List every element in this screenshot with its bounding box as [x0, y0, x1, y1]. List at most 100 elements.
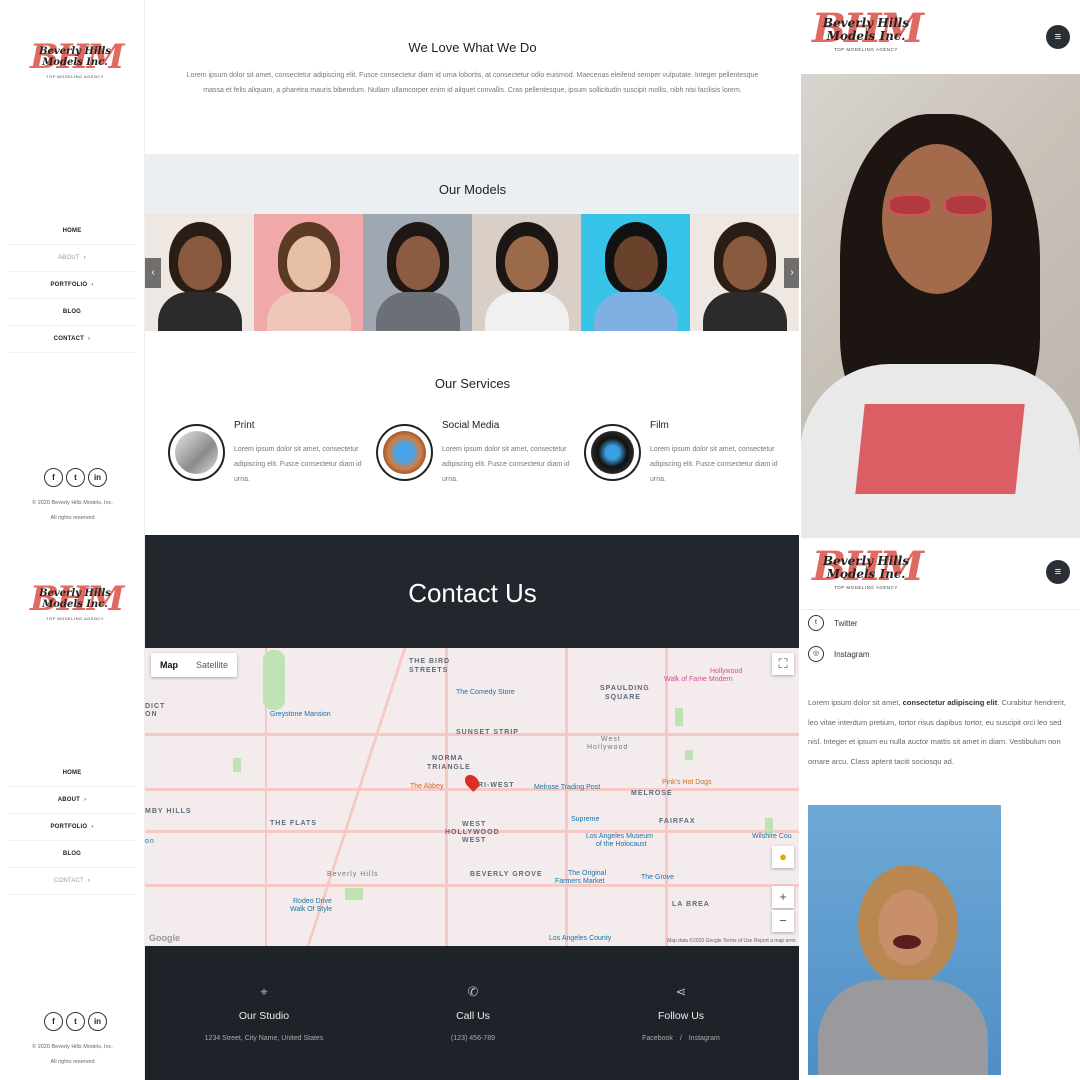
map-poi[interactable]: Los Angeles County	[549, 935, 611, 942]
carousel-next-button[interactable]: ›	[784, 258, 800, 288]
satellite-tab[interactable]: Satellite	[187, 653, 237, 677]
nav-item-contact[interactable]: CONTACT ›	[8, 868, 136, 895]
body-text: Lorem ipsum dolor sit amet, consectetur …	[808, 698, 1067, 766]
service-film: Film Lorem ipsum dolor sit amet, consect…	[584, 420, 784, 490]
menu-icon[interactable]: ≡	[1046, 560, 1070, 584]
map-label: DICT	[145, 703, 166, 710]
footer-call: ✆ Call Us (123) 456-789	[373, 946, 573, 1042]
map-poi[interactable]: The Abbey	[410, 783, 443, 790]
map-label: West	[601, 736, 621, 743]
instagram-link[interactable]: ◎ Instagram	[808, 646, 870, 662]
map-poi[interactable]: Farmers Market	[555, 878, 604, 885]
twitter-icon[interactable]: t	[66, 468, 85, 487]
map-poi[interactable]: Walk of Fame Modern	[664, 676, 733, 683]
logo[interactable]: BHM Beverly Hills Models Inc. TOP MODELIN…	[812, 547, 924, 591]
phone-icon	[376, 424, 433, 481]
model-photo[interactable]	[254, 214, 363, 331]
sidebar-nav: HOME ABOUT › PORTFOLIO › BLOG CONTACT ›	[8, 218, 136, 353]
logo[interactable]: BHM Beverly Hills Models Inc. TOP MODELIN…	[812, 9, 924, 53]
fullscreen-icon[interactable]: ⛶	[772, 653, 794, 675]
service-print: Print Lorem ipsum dolor sit amet, consec…	[168, 420, 368, 490]
nav-item-contact[interactable]: CONTACT ›	[8, 326, 136, 353]
map-credit[interactable]: Map data ©2020 Google Terms of Use Repor…	[667, 938, 796, 944]
model-photo[interactable]	[690, 214, 799, 331]
twitter-link[interactable]: t Twitter	[808, 615, 858, 631]
map-poi[interactable]: Supreme	[571, 816, 599, 823]
linkedin-icon[interactable]: in	[88, 468, 107, 487]
map-poi[interactable]: Melrose Trading Post	[534, 784, 600, 791]
map-tab[interactable]: Map	[151, 653, 187, 677]
nav-item-about[interactable]: ABOUT ›	[8, 245, 136, 272]
map-poi[interactable]: Los Angeles Museum	[586, 833, 653, 840]
menu-icon[interactable]: ≡	[1046, 25, 1070, 49]
map-label: TRIANGLE	[427, 764, 471, 771]
map-label: RI-WEST	[478, 782, 515, 789]
desktop-home-view: BHM Beverly Hills Models Inc. TOP MODELIN…	[0, 0, 800, 535]
map-label: ON	[145, 711, 158, 718]
map-poi[interactable]: Greystone Mansion	[270, 711, 331, 718]
map-type-toggle: Map Satellite	[151, 653, 238, 677]
linkedin-icon[interactable]: in	[88, 1012, 107, 1031]
model-photo[interactable]	[145, 214, 254, 331]
zoom-in-button[interactable]: +	[772, 886, 794, 908]
google-logo: Google	[149, 933, 180, 943]
map-poi[interactable]: The Comedy Store	[456, 689, 515, 696]
logo[interactable]: BHM Beverly Hills Models Inc. TOP MODELIN…	[30, 40, 124, 79]
print-icon	[168, 424, 225, 481]
camera-icon	[584, 424, 641, 481]
twitter-icon: t	[808, 615, 824, 631]
service-social-media: Social Media Lorem ipsum dolor sit amet,…	[376, 420, 576, 490]
pegman-icon[interactable]: ●	[772, 846, 794, 868]
instagram-icon: ◎	[808, 646, 824, 662]
twitter-icon[interactable]: t	[66, 1012, 85, 1031]
nav-item-blog[interactable]: BLOG	[8, 841, 136, 868]
map-poi[interactable]: Hollywood	[710, 668, 742, 675]
desktop-contact-view: BHM Beverly Hills Models Inc. TOP MODELIN…	[0, 535, 800, 1080]
map-poi[interactable]: of the Holocaust	[596, 841, 647, 848]
pin-icon: ⌖	[260, 984, 268, 999]
mobile-header: BHM Beverly Hills Models Inc. TOP MODELIN…	[800, 538, 1080, 610]
sidebar: BHM Beverly Hills Models Inc. TOP MODELIN…	[0, 535, 145, 1080]
model-photo[interactable]	[472, 214, 581, 331]
map-label: WEST	[462, 821, 487, 828]
nav-item-portfolio[interactable]: PORTFOLIO ›	[8, 814, 136, 841]
map-poi[interactable]: The Original	[568, 870, 606, 877]
nav-item-home[interactable]: HOME	[8, 218, 136, 245]
share-icon: ⋖	[675, 984, 687, 999]
map-poi[interactable]: Walk Of Style	[290, 906, 332, 913]
map-label: MBY HILLS	[145, 808, 192, 815]
chevron-right-icon: ›	[83, 255, 86, 261]
instagram-link[interactable]: Instagram	[689, 1035, 720, 1042]
social-links: f t in	[44, 1012, 108, 1031]
map-poi[interactable]: The Grove	[641, 874, 674, 881]
nav-item-portfolio[interactable]: PORTFOLIO ›	[8, 272, 136, 299]
panel-divider	[799, 0, 801, 1080]
map-label: MELROSE	[631, 790, 673, 797]
model-photo[interactable]	[363, 214, 472, 331]
map-label: HOLLYWOOD	[445, 829, 500, 836]
map-label: SPAULDING	[600, 685, 650, 692]
facebook-link[interactable]: Facebook	[642, 1035, 673, 1042]
nav-item-blog[interactable]: BLOG	[8, 299, 136, 326]
nav-item-about[interactable]: ABOUT ›	[8, 787, 136, 814]
facebook-icon[interactable]: f	[44, 468, 63, 487]
footer-follow: ⋖ Follow Us Facebook / Instagram	[581, 946, 781, 1042]
footer-studio: ⌖ Our Studio 1234 Street, City Name, Uni…	[164, 946, 364, 1042]
social-links: f t in	[44, 468, 108, 487]
contact-banner: Contact Us	[145, 535, 800, 648]
map-poi[interactable]: Wilshire Cou	[752, 833, 792, 840]
map-poi[interactable]: Rodeo Drive	[293, 898, 332, 905]
map-poi[interactable]: Pink's Hot Dogs	[662, 779, 712, 786]
models-title: Our Models	[438, 182, 507, 197]
map-label: THE BIRD	[409, 658, 451, 665]
models-carousel	[145, 214, 800, 331]
zoom-out-button[interactable]: −	[772, 910, 794, 932]
copyright: © 2020 Beverly Hills Models, Inc. All ri…	[32, 500, 113, 521]
logo[interactable]: BHM Beverly Hills Models Inc. TOP MODELIN…	[30, 582, 124, 621]
facebook-icon[interactable]: f	[44, 1012, 63, 1031]
nav-item-home[interactable]: HOME	[8, 760, 136, 787]
copyright: © 2020 Beverly Hills Models, Inc. All ri…	[32, 1044, 113, 1065]
map[interactable]: THE BIRD STREETS SPAULDING SQUARE SUNSET…	[145, 648, 800, 946]
carousel-prev-button[interactable]: ‹	[145, 258, 161, 288]
model-photo[interactable]	[581, 214, 690, 331]
